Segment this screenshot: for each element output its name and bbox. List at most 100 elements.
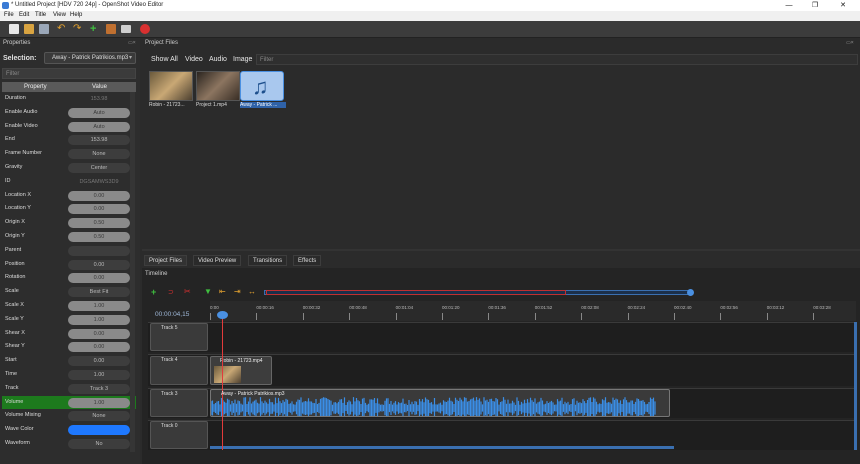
- previous-marker-icon[interactable]: ⇤: [219, 287, 226, 296]
- property-row[interactable]: Shear Y 0.00: [2, 340, 136, 354]
- property-row[interactable]: Start 0.00: [2, 354, 136, 368]
- property-row[interactable]: Origin Y 0.50: [2, 230, 136, 244]
- undo-icon[interactable]: ↶: [57, 24, 67, 34]
- add-track-icon[interactable]: +: [151, 287, 156, 297]
- property-row[interactable]: Enable Audio Auto: [2, 106, 136, 120]
- property-value[interactable]: [68, 245, 130, 256]
- track-header-3[interactable]: [150, 389, 208, 417]
- property-value[interactable]: 153.98: [68, 94, 130, 104]
- property-value[interactable]: None: [68, 411, 130, 422]
- track-row-5[interactable]: [148, 322, 856, 352]
- clip-away-audio[interactable]: Away - Patrick Patrikios.mp3: [210, 389, 670, 417]
- property-value[interactable]: 1.00: [68, 301, 130, 311]
- menu-help[interactable]: Help: [70, 12, 82, 18]
- fullscreen-icon[interactable]: [121, 25, 131, 33]
- property-row[interactable]: Scale Y 1.00: [2, 313, 136, 327]
- snap-icon[interactable]: ⊃: [168, 288, 174, 296]
- property-value[interactable]: 1.00: [68, 314, 130, 325]
- property-row[interactable]: Volume Mixing None: [2, 409, 136, 423]
- property-row[interactable]: Shear X 0.00: [2, 327, 136, 341]
- column-value[interactable]: Value: [92, 84, 107, 90]
- property-row[interactable]: Parent: [2, 244, 136, 258]
- property-value[interactable]: Center: [68, 163, 130, 173]
- export-video-icon[interactable]: [140, 24, 150, 34]
- property-value[interactable]: Auto: [68, 121, 130, 132]
- dock-float-icon[interactable]: ▭×: [846, 40, 854, 46]
- maximize-button[interactable]: ❐: [806, 1, 824, 10]
- track-header-5[interactable]: [150, 323, 208, 351]
- razor-icon[interactable]: ✂: [184, 287, 191, 296]
- tab-effects[interactable]: Effects: [293, 255, 322, 266]
- property-row[interactable]: Volume 1.00: [2, 395, 136, 410]
- property-value[interactable]: 1.00: [68, 370, 130, 380]
- timeline-ruler[interactable]: [210, 301, 856, 321]
- property-value[interactable]: 0.00: [68, 328, 130, 339]
- property-value[interactable]: No: [68, 439, 130, 449]
- property-value[interactable]: 153.98: [68, 135, 130, 146]
- minimize-button[interactable]: —: [780, 1, 798, 10]
- timeline-horizontal-scrollbar[interactable]: [210, 446, 674, 449]
- next-marker-icon[interactable]: ⇥: [234, 287, 241, 296]
- property-value[interactable]: None: [68, 149, 130, 160]
- project-files-filter-input[interactable]: Filter: [256, 54, 858, 65]
- property-row[interactable]: Rotation 0.00: [2, 271, 136, 285]
- property-row[interactable]: Location X 0.00: [2, 189, 136, 203]
- center-playhead-icon[interactable]: ↔: [248, 287, 256, 296]
- property-value[interactable]: Best Fit: [68, 287, 130, 298]
- property-value[interactable]: 0.00: [68, 273, 130, 284]
- track-header-4[interactable]: [150, 356, 208, 385]
- property-row[interactable]: Origin X 0.50: [2, 216, 136, 230]
- selection-dropdown[interactable]: Away - Patrick Patrikios.mp3 ▾: [44, 52, 136, 64]
- menu-title[interactable]: Title: [35, 12, 46, 18]
- new-project-icon[interactable]: [9, 24, 19, 34]
- property-value[interactable]: DGSAMWS3D9: [68, 177, 130, 187]
- property-row[interactable]: Frame Number None: [2, 147, 136, 161]
- properties-filter-input[interactable]: Filter: [2, 68, 136, 79]
- file-thumbnail-robin[interactable]: [149, 71, 193, 101]
- property-value[interactable]: 0.00: [68, 356, 130, 367]
- property-value[interactable]: Track 3: [68, 383, 130, 394]
- tab-project-files[interactable]: Project Files: [144, 255, 188, 266]
- property-row[interactable]: Wave Color: [2, 423, 136, 437]
- property-row[interactable]: Duration 153.98: [2, 92, 136, 106]
- property-row[interactable]: Position 0.00: [2, 258, 136, 272]
- property-value[interactable]: 1.00: [68, 397, 130, 408]
- filter-show-all[interactable]: Show All: [151, 56, 178, 63]
- save-project-icon[interactable]: [39, 24, 49, 34]
- property-row[interactable]: Scale Best Fit: [2, 285, 136, 299]
- property-row[interactable]: Track Track 3: [2, 382, 136, 396]
- timeline-vertical-scrollbar[interactable]: [854, 322, 857, 450]
- redo-icon[interactable]: ↷: [73, 24, 83, 34]
- dock-float-icon[interactable]: ▭×: [128, 40, 136, 46]
- file-thumbnail-audio[interactable]: ♫: [240, 71, 284, 101]
- property-value[interactable]: 0.00: [68, 342, 130, 353]
- filter-image[interactable]: Image: [233, 56, 252, 63]
- property-row[interactable]: End 153.98: [2, 133, 136, 147]
- property-value[interactable]: Auto: [68, 107, 130, 118]
- panel-splitter[interactable]: [142, 249, 860, 251]
- column-property[interactable]: Property: [24, 84, 47, 90]
- property-row[interactable]: Time 1.00: [2, 368, 136, 382]
- zoom-slider-handle[interactable]: [687, 289, 694, 296]
- property-row[interactable]: Waveform No: [2, 437, 136, 451]
- property-value[interactable]: 0.00: [68, 204, 130, 215]
- property-row[interactable]: Location Y 0.00: [2, 202, 136, 216]
- choose-profile-icon[interactable]: [106, 24, 116, 34]
- property-value[interactable]: 0.50: [68, 232, 130, 242]
- property-row[interactable]: Gravity Center: [2, 161, 136, 175]
- property-row[interactable]: ID DGSAMWS3D9: [2, 175, 136, 189]
- tab-video-preview[interactable]: Video Preview: [193, 255, 242, 266]
- track-header-0[interactable]: [150, 421, 208, 449]
- tab-transitions[interactable]: Transitions: [248, 255, 288, 266]
- import-files-icon[interactable]: +: [90, 24, 100, 35]
- menu-edit[interactable]: Edit: [19, 12, 29, 18]
- property-row[interactable]: Scale X 1.00: [2, 299, 136, 313]
- menu-view[interactable]: View: [53, 12, 66, 18]
- property-value[interactable]: [68, 425, 130, 436]
- property-value[interactable]: 0.00: [68, 190, 130, 201]
- playhead-handle[interactable]: [217, 311, 228, 319]
- close-window-button[interactable]: ✕: [834, 1, 852, 10]
- filter-audio[interactable]: Audio: [209, 56, 227, 63]
- property-row[interactable]: Enable Video Auto: [2, 120, 136, 134]
- menu-file[interactable]: File: [4, 12, 14, 18]
